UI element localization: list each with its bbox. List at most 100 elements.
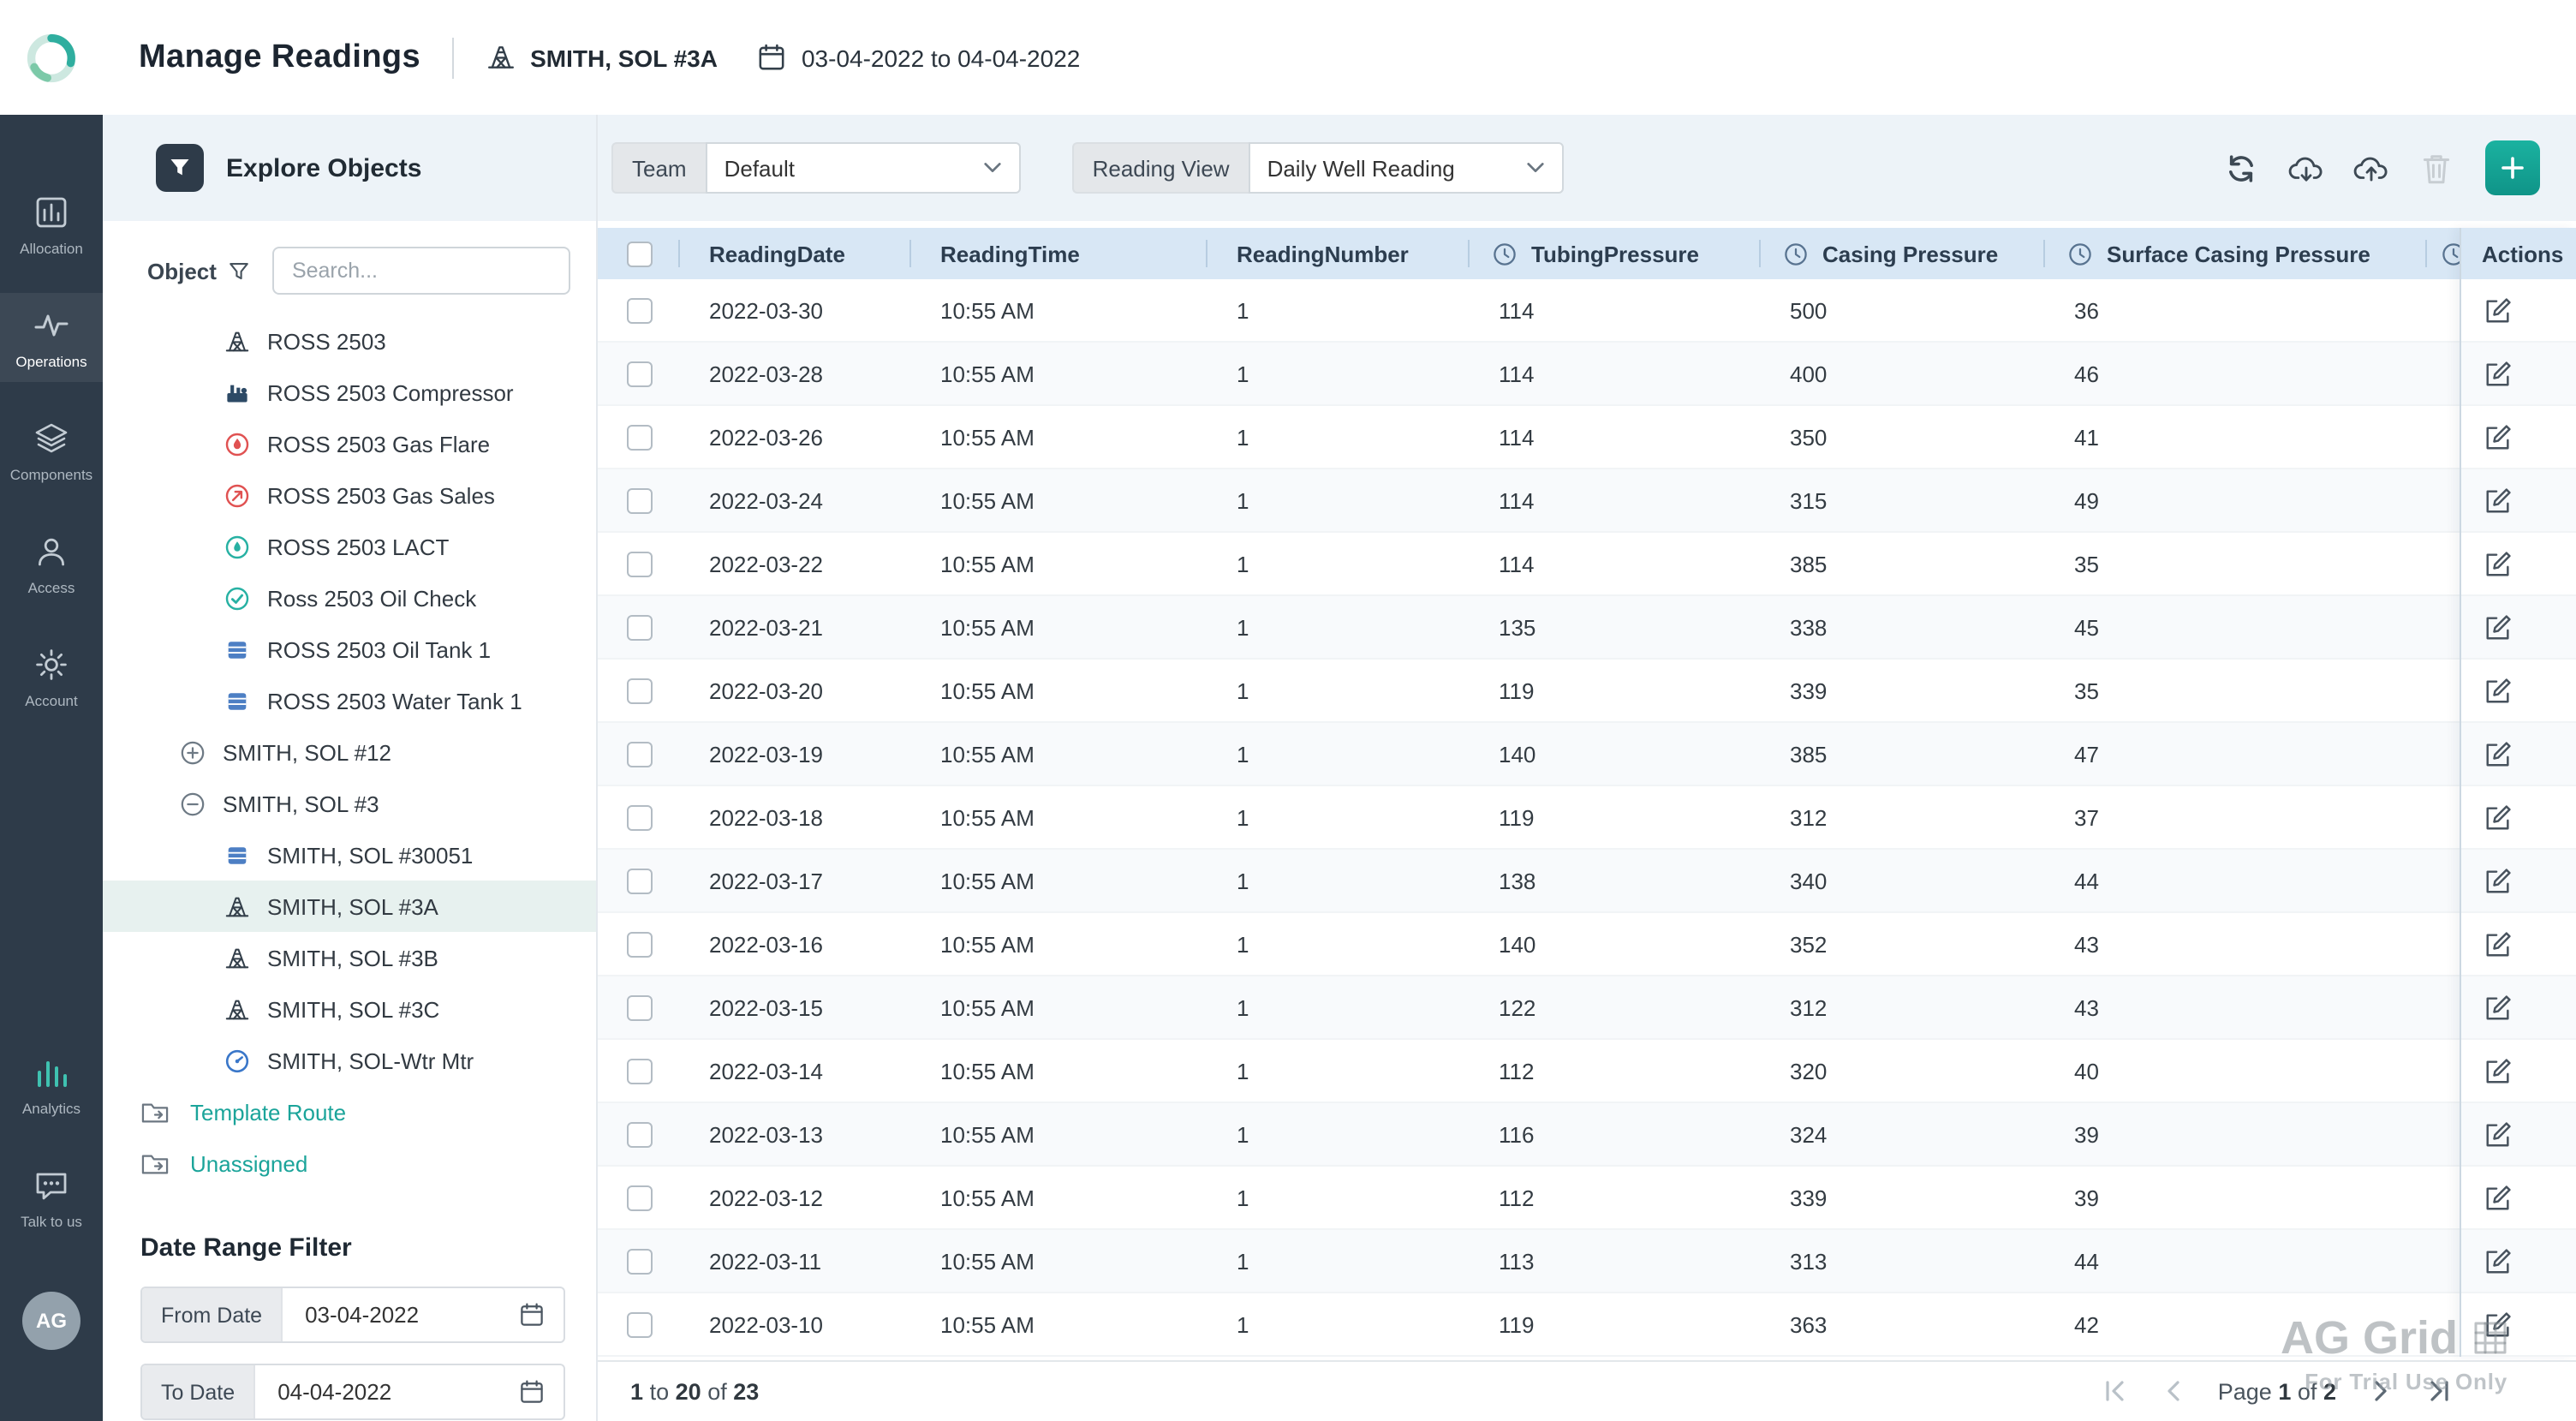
column-header-surface-casing-pressure[interactable]: Surface Casing Pressure [2045, 228, 2427, 279]
column-header-readingtime[interactable]: ReadingTime [911, 228, 1208, 279]
column-header-casing-pressure[interactable]: Casing Pressure [1761, 228, 2045, 279]
object-funnel-icon[interactable] [229, 260, 251, 282]
tree-item-ross-2503-lact[interactable]: ROSS 2503 LACT [103, 521, 596, 572]
link-template-route[interactable]: Template Route [103, 1086, 596, 1137]
tree-item-smith-sol-3[interactable]: SMITH, SOL #3 [103, 778, 596, 829]
row-checkbox[interactable] [626, 361, 652, 386]
minus-circle-icon[interactable] [180, 791, 206, 816]
tree-item-ross-2503-oil-check[interactable]: Ross 2503 Oil Check [103, 572, 596, 624]
calendar-icon[interactable] [519, 1302, 545, 1328]
first-page-button[interactable] [2102, 1377, 2129, 1405]
tree-item-smith-sol-3b[interactable]: SMITH, SOL #3B [103, 932, 596, 983]
row-checkbox[interactable] [626, 297, 652, 323]
row-checkbox[interactable] [626, 487, 652, 513]
prev-page-button[interactable] [2160, 1377, 2187, 1405]
tree-item-smith-sol-3a[interactable]: SMITH, SOL #3A [103, 881, 596, 932]
edit-row-button[interactable] [2484, 929, 2513, 958]
row-checkbox[interactable] [626, 994, 652, 1020]
next-page-button[interactable] [2367, 1377, 2394, 1405]
table-row[interactable]: 2022-03-2410:55 AM111431549 [598, 469, 2576, 533]
edit-row-button[interactable] [2484, 676, 2513, 705]
table-row[interactable]: 2022-03-3010:55 AM111450036 [598, 279, 2576, 343]
table-row[interactable]: 2022-03-1910:55 AM114038547 [598, 723, 2576, 786]
edit-row-button[interactable] [2484, 549, 2513, 578]
row-checkbox[interactable] [626, 678, 652, 703]
tree-item-ross-2503-gas-flare[interactable]: ROSS 2503 Gas Flare [103, 418, 596, 469]
nav-item-allocation[interactable]: Allocation [0, 180, 103, 269]
select-all-checkbox[interactable] [626, 241, 652, 266]
edit-row-button[interactable] [2484, 993, 2513, 1022]
edit-row-button[interactable] [2484, 1246, 2513, 1275]
link-unassigned[interactable]: Unassigned [103, 1137, 596, 1189]
delete-button[interactable] [2418, 150, 2454, 186]
row-checkbox[interactable] [626, 1185, 652, 1210]
search-input[interactable] [273, 247, 570, 295]
column-header-tubingpressure[interactable]: TubingPressure [1470, 228, 1761, 279]
plus-circle-icon[interactable] [180, 739, 206, 765]
column-header-readingdate[interactable]: ReadingDate [680, 228, 911, 279]
edit-row-button[interactable] [2484, 1056, 2513, 1085]
refresh-button[interactable] [2223, 150, 2259, 186]
table-row[interactable]: 2022-03-1210:55 AM111233939 [598, 1167, 2576, 1230]
edit-row-button[interactable] [2484, 296, 2513, 325]
nav-item-access[interactable]: Access [0, 519, 103, 608]
nav-item-operations[interactable]: Operations [0, 293, 103, 382]
nav-item-account[interactable]: Account [0, 632, 103, 721]
tree-item-ross-2503-oil-tank-1[interactable]: ROSS 2503 Oil Tank 1 [103, 624, 596, 675]
tree-item-ross-2503-gas-sales[interactable]: ROSS 2503 Gas Sales [103, 469, 596, 521]
table-row[interactable]: 2022-03-1710:55 AM113834044 [598, 850, 2576, 913]
row-checkbox[interactable] [626, 424, 652, 450]
table-row[interactable]: 2022-03-1610:55 AM114035243 [598, 913, 2576, 976]
edit-row-button[interactable] [2484, 422, 2513, 451]
table-row[interactable]: 2022-03-1010:55 AM111936342 [598, 1293, 2576, 1357]
edit-row-button[interactable] [2484, 739, 2513, 768]
from-date-field[interactable]: From Date 03-04-2022 [140, 1287, 565, 1343]
edit-row-button[interactable] [2484, 486, 2513, 515]
row-checkbox[interactable] [626, 614, 652, 640]
to-date-field[interactable]: To Date 04-04-2022 [140, 1364, 565, 1420]
table-row[interactable]: 2022-03-1110:55 AM111331344 [598, 1230, 2576, 1293]
row-checkbox[interactable] [626, 551, 652, 576]
download-button[interactable] [2288, 150, 2324, 186]
table-row[interactable]: 2022-03-2610:55 AM111435041 [598, 406, 2576, 469]
table-row[interactable]: 2022-03-2210:55 AM111438535 [598, 533, 2576, 596]
table-row[interactable]: 2022-03-1410:55 AM111232040 [598, 1040, 2576, 1103]
reading-view-select[interactable]: Daily Well Reading [1249, 142, 1564, 194]
upload-button[interactable] [2353, 150, 2389, 186]
row-checkbox[interactable] [626, 1311, 652, 1337]
add-reading-button[interactable] [2485, 140, 2540, 195]
column-header-readingnumber[interactable]: ReadingNumber [1208, 228, 1470, 279]
table-row[interactable]: 2022-03-2810:55 AM111440046 [598, 343, 2576, 406]
tree-item-smith-sol-12[interactable]: SMITH, SOL #12 [103, 726, 596, 778]
row-checkbox[interactable] [626, 1121, 652, 1147]
edit-row-button[interactable] [2484, 359, 2513, 388]
edit-row-button[interactable] [2484, 866, 2513, 895]
user-avatar[interactable]: AG [22, 1291, 80, 1349]
tree-item-ross-2503-compressor[interactable]: ROSS 2503 Compressor [103, 367, 596, 418]
last-page-button[interactable] [2425, 1377, 2453, 1405]
table-row[interactable]: 2022-03-2010:55 AM111933935 [598, 660, 2576, 723]
nav-item-components[interactable]: Components [0, 406, 103, 495]
row-checkbox[interactable] [626, 804, 652, 830]
nav-item-talk-to-us[interactable]: Talk to us [0, 1154, 103, 1243]
tree-item-smith-sol-30051[interactable]: SMITH, SOL #30051 [103, 829, 596, 881]
object-filter-label[interactable]: Object [147, 258, 217, 284]
edit-row-button[interactable] [2484, 612, 2513, 642]
tree-item-ross-2503-water-tank-1[interactable]: ROSS 2503 Water Tank 1 [103, 675, 596, 726]
filter-button[interactable] [156, 144, 204, 192]
edit-row-button[interactable] [2484, 1310, 2513, 1339]
team-select[interactable]: Default [706, 142, 1021, 194]
edit-row-button[interactable] [2484, 1183, 2513, 1212]
edit-row-button[interactable] [2484, 1119, 2513, 1149]
table-row[interactable]: 2022-03-2110:55 AM113533845 [598, 596, 2576, 660]
tree-item-smith-sol-3c[interactable]: SMITH, SOL #3C [103, 983, 596, 1035]
calendar-icon[interactable] [519, 1379, 545, 1405]
table-row[interactable]: 2022-03-1310:55 AM111632439 [598, 1103, 2576, 1167]
tree-item-ross-2503[interactable]: ROSS 2503 [103, 315, 596, 367]
row-checkbox[interactable] [626, 868, 652, 893]
edit-row-button[interactable] [2484, 803, 2513, 832]
tree-item-smith-sol-wtr-mtr[interactable]: SMITH, SOL-Wtr Mtr [103, 1035, 596, 1086]
table-row[interactable]: 2022-03-1810:55 AM111931237 [598, 786, 2576, 850]
nav-item-analytics[interactable]: Analytics [0, 1041, 103, 1130]
row-checkbox[interactable] [626, 741, 652, 767]
